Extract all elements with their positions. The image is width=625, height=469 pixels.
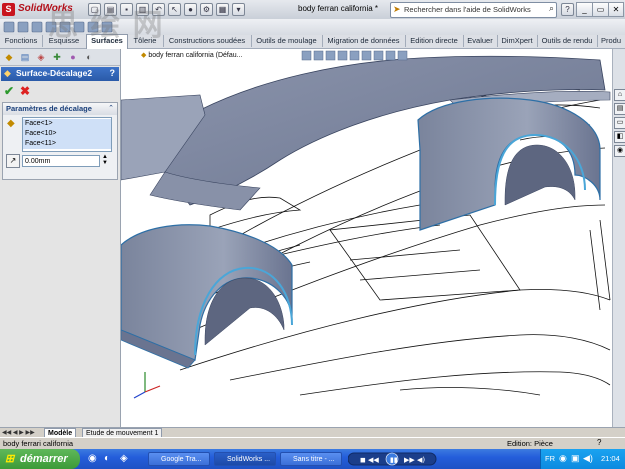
axis-triad: [133, 372, 161, 399]
folder-icon[interactable]: ▭: [614, 117, 625, 129]
document-title: body ferran california *: [298, 4, 379, 13]
rebuild-icon[interactable]: ●: [184, 3, 197, 16]
task-solidworks[interactable]: SolidWorks ...: [214, 452, 276, 466]
rear-wheel-arch: [417, 97, 601, 231]
panel-tabs: ◆ ▤ ◈ ✚ ● ◐: [0, 49, 120, 66]
dimxpert-icon[interactable]: ✚: [51, 51, 63, 63]
library-icon[interactable]: ▤: [614, 103, 625, 115]
start-label: démarrer: [20, 453, 68, 465]
property-manager-icon[interactable]: ▤: [19, 51, 31, 63]
minimize-button[interactable]: _: [576, 2, 593, 17]
display-icon[interactable]: ◐: [83, 51, 95, 63]
reverse-direction-icon[interactable]: ↗: [6, 154, 20, 168]
clock: 21:04: [601, 454, 620, 463]
task-pane-tabs: ⌂ ▤ ▭ ◧ ◉: [612, 49, 625, 427]
ok-check-icon[interactable]: ✔: [4, 84, 14, 98]
tab-evaluer[interactable]: Evaluer: [463, 35, 498, 47]
edit-mode: Edition: Pièce: [507, 439, 553, 448]
quicklaunch-icon[interactable]: ◉: [88, 453, 97, 464]
tab-outils-de-rendu[interactable]: Outils de rendu: [537, 35, 598, 47]
face-selection-list[interactable]: Face<1> Face<10> Face<11>: [22, 117, 112, 152]
tab-scroll-arrows[interactable]: ◀◀ ◀ ▶ ▶▶: [2, 429, 35, 436]
front-wheel-arch: [121, 224, 293, 369]
quicklaunch-icon[interactable]: ◐: [104, 453, 110, 464]
start-button[interactable]: ⊞ démarrer: [0, 449, 80, 469]
feature-header: ◆ Surface-Décalage2 ?: [1, 67, 119, 81]
windows-flag-icon: ⊞: [5, 453, 15, 465]
tray-icon[interactable]: ◉: [559, 453, 567, 464]
collapse-chevron-icon[interactable]: ⌃: [108, 104, 114, 112]
grid-icon[interactable]: ▦: [216, 3, 229, 16]
ok-cancel-group: ✔ ✖: [2, 84, 62, 98]
task-sans-titre[interactable]: Sans titre - ...: [280, 452, 342, 466]
spinner-icon[interactable]: ▲ ▼: [102, 154, 108, 166]
group-title: Paramètres de décalage: [3, 103, 117, 115]
home-icon[interactable]: ⌂: [614, 89, 625, 101]
cancel-x-icon[interactable]: ✖: [20, 84, 30, 98]
svg-text:◼ ◀◀: ◼ ◀◀: [360, 456, 379, 464]
heads-up-view-toolbar[interactable]: [300, 50, 450, 62]
status-help-icon[interactable]: ?: [597, 438, 601, 447]
solidworks-logo-icon: S: [2, 3, 15, 16]
language-indicator[interactable]: FR: [545, 454, 555, 463]
options-icon[interactable]: ⚙: [200, 3, 213, 16]
list-item[interactable]: Face<1>: [23, 119, 111, 129]
face-selection-icon: ◆: [7, 118, 15, 129]
dropdown-icon[interactable]: ▾: [232, 3, 245, 16]
status-text: body ferrari california: [3, 439, 74, 448]
task-google-translate[interactable]: Google Tra...: [148, 452, 210, 466]
tab-produ[interactable]: Produ: [597, 35, 625, 47]
configuration-icon[interactable]: ◈: [35, 51, 47, 63]
media-player-controls[interactable]: ▮▮ ◼ ◀◀ ▶▶ ◀): [348, 451, 438, 467]
list-item[interactable]: Face<11>: [23, 139, 111, 149]
tab-constructions-soudees[interactable]: Constructions soudées: [163, 35, 252, 47]
offset-surface-icon: ◆: [4, 68, 11, 78]
network-icon[interactable]: ▣: [571, 453, 580, 464]
appearance-icon[interactable]: ●: [67, 51, 79, 63]
list-item[interactable]: Face<10>: [23, 129, 111, 139]
search-placeholder: Rechercher dans l'aide de SolidWorks: [404, 5, 531, 14]
quicklaunch-icon[interactable]: ◈: [120, 453, 128, 464]
tab-fonctions[interactable]: Fonctions: [0, 35, 43, 47]
feature-tree-icon[interactable]: ◆: [3, 51, 15, 63]
tab-edition-directe[interactable]: Edition directe: [405, 35, 464, 47]
part-icon: ◆: [141, 52, 147, 59]
svg-text:▮▮: ▮▮: [390, 456, 398, 464]
tab-outils-de-moulage[interactable]: Outils de moulage: [251, 35, 323, 47]
offset-distance-field[interactable]: 0.00mm: [22, 155, 100, 167]
select-arrow-icon[interactable]: ↖: [168, 3, 181, 16]
system-tray: FR ◉ ▣ ◀) 21:04: [540, 449, 625, 469]
help-search-input[interactable]: ➤ Rechercher dans l'aide de SolidWorks ⌕: [390, 2, 557, 18]
close-button[interactable]: ✕: [608, 2, 624, 17]
watermark: 思 绘 网: [48, 9, 165, 42]
search-icon[interactable]: ⌕: [549, 3, 554, 14]
search-help-icon: ➤: [393, 4, 401, 14]
volume-icon[interactable]: ◀): [583, 453, 593, 464]
help-icon[interactable]: ?: [561, 3, 574, 16]
tree-part-label: body ferran california (Défau...: [148, 52, 243, 59]
feature-tree-flyout[interactable]: ◆ body ferran california (Défau...: [141, 51, 243, 59]
tab-dimxpert[interactable]: DimXpert: [497, 35, 538, 47]
feature-title: Surface-Décalage2: [16, 68, 93, 78]
help-icon[interactable]: ?: [110, 68, 116, 78]
view-palette-icon[interactable]: ◧: [614, 131, 625, 143]
restore-button[interactable]: ▭: [592, 2, 609, 17]
svg-text:▶▶ ◀): ▶▶ ◀): [404, 456, 425, 464]
tab-migration-de-donnees[interactable]: Migration de données: [322, 35, 406, 47]
graphics-area[interactable]: [121, 49, 612, 427]
car-body-model: [121, 55, 611, 399]
appearances-icon[interactable]: ◉: [614, 145, 625, 157]
